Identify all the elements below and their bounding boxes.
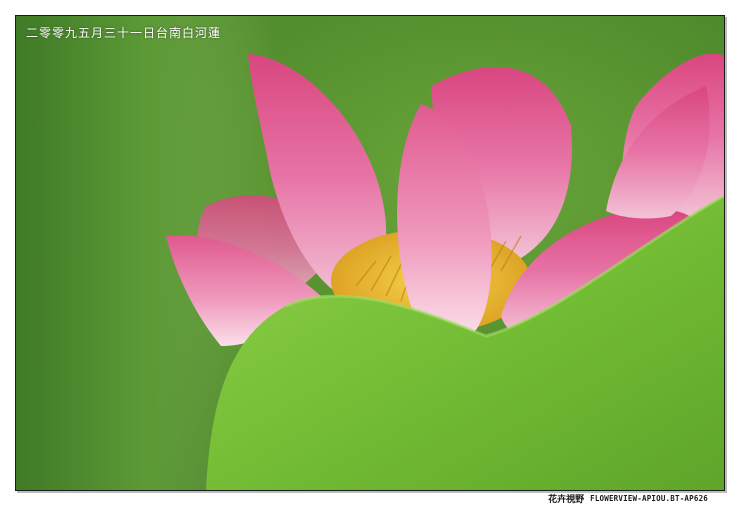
photo-credit: 花卉視野 FLOWERVIEW-APIOU.BT-AP626 (548, 491, 708, 505)
site-url: FLOWERVIEW-APIOU.BT-AP626 (590, 493, 708, 503)
brand-logo-text: 花卉視野 (548, 494, 585, 505)
photo-frame: 二零零九五月三十一日台南白河蓮 (15, 15, 725, 491)
photo-caption: 二零零九五月三十一日台南白河蓮 (26, 26, 222, 40)
lotus-photo (16, 16, 724, 490)
